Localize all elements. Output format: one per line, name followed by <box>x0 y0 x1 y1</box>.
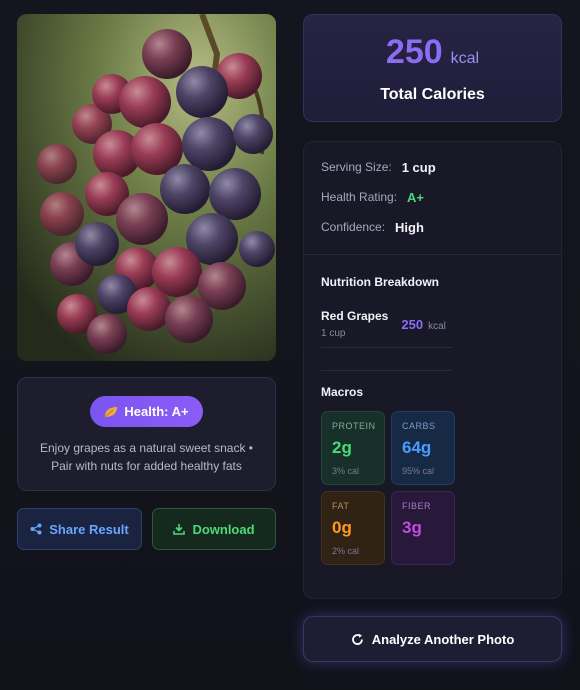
macro-protein-pct: 3% cal <box>332 466 360 476</box>
food-item-calories: 250 <box>401 317 424 332</box>
macro-protein-label: PROTEIN <box>332 421 376 431</box>
food-item-qty: 1 cup <box>321 328 346 339</box>
share-icon <box>30 523 42 535</box>
nutrition-breakdown: Nutrition Breakdown Red Grapes 1 cup 250… <box>321 255 544 565</box>
calories-value: 250 <box>385 33 443 71</box>
confidence-row: Confidence: High <box>321 212 544 242</box>
macro-protein: PROTEIN 2g 3% cal <box>321 411 385 485</box>
refresh-icon <box>351 633 363 645</box>
right-column: 250 kcal Total Calories Serving Size: 1 … <box>303 14 562 662</box>
share-button[interactable]: Share Result <box>17 508 142 550</box>
health-rating-value: A+ <box>407 189 425 205</box>
calories-unit: kcal <box>450 50 480 67</box>
leaf-icon <box>105 406 118 417</box>
calories-card: 250 kcal Total Calories <box>303 14 562 122</box>
download-button[interactable]: Download <box>152 508 276 550</box>
left-column: Health: A+ Enjoy grapes as a natural swe… <box>17 14 276 550</box>
macro-carbs-pct: 95% cal <box>402 466 435 476</box>
macro-fat-pct: 2% cal <box>332 546 360 556</box>
analyze-button-label: Analyze Another Photo <box>371 631 515 647</box>
health-rating-label: Health Rating: <box>321 190 398 204</box>
macros-title: Macros <box>321 385 364 399</box>
nutrition-details-card: Serving Size: 1 cup Health Rating: A+ Co… <box>303 141 562 599</box>
analyze-another-button[interactable]: Analyze Another Photo <box>303 616 562 662</box>
breakdown-title: Nutrition Breakdown <box>321 275 440 289</box>
macro-carbs-label: CARBS <box>402 421 436 431</box>
divider <box>321 370 452 371</box>
health-badge: Health: A+ <box>90 396 203 427</box>
grapes-image <box>17 14 276 361</box>
health-summary-card: Health: A+ Enjoy grapes as a natural swe… <box>17 377 276 491</box>
food-item-unit: kcal <box>428 321 446 332</box>
macros-section: Macros PROTEIN 2g 3% cal CARBS 64g 95% c… <box>321 385 544 565</box>
macro-carbs-value: 64g <box>402 438 432 457</box>
share-button-label: Share Result <box>49 521 129 537</box>
serving-size-row: Serving Size: 1 cup <box>321 152 544 182</box>
action-buttons: Share Result Download <box>17 508 276 550</box>
macro-fat-label: FAT <box>332 501 350 511</box>
food-item: Red Grapes 1 cup 250 kcal <box>321 309 452 348</box>
download-button-label: Download <box>192 521 255 537</box>
health-badge-label: Health: A+ <box>124 404 189 419</box>
macro-protein-value: 2g <box>332 438 352 457</box>
macro-fat: FAT 0g 2% cal <box>321 491 385 565</box>
macro-fat-value: 0g <box>332 518 352 537</box>
macro-fiber-label: FIBER <box>402 501 432 511</box>
food-photo <box>17 14 276 361</box>
confidence-value: High <box>395 219 424 235</box>
serving-size-value: 1 cup <box>401 159 436 175</box>
health-tip: Enjoy grapes as a natural sweet snack • … <box>40 441 253 473</box>
macro-fiber-value: 3g <box>402 518 422 537</box>
food-item-name: Red Grapes <box>321 309 389 323</box>
health-rating-row: Health Rating: A+ <box>321 182 544 212</box>
download-icon <box>173 524 186 535</box>
macro-fiber: FIBER 3g <box>391 491 455 565</box>
calories-label: Total Calories <box>380 86 485 103</box>
serving-size-label: Serving Size: <box>321 160 392 174</box>
confidence-label: Confidence: <box>321 220 386 234</box>
macro-carbs: CARBS 64g 95% cal <box>391 411 455 485</box>
